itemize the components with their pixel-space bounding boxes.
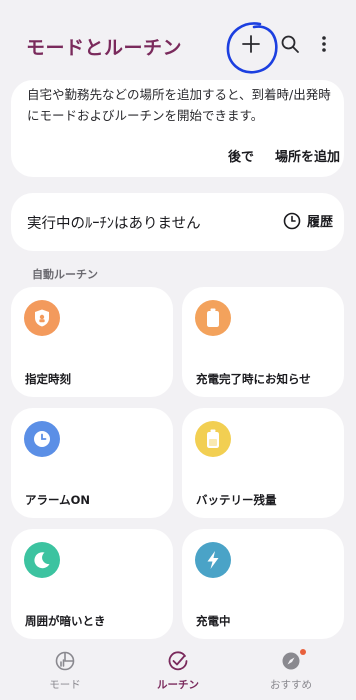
lightning-icon [195,542,231,578]
routine-tile-battery-level[interactable]: バッテリー残量 [182,408,344,518]
nav-label-routines: ルーチン [157,679,199,691]
mode-icon [55,651,75,671]
routine-tile-charge-complete[interactable]: 充電完了時にお知らせ [182,287,344,397]
later-button[interactable]: 後で [228,146,254,165]
clock-icon [283,212,301,229]
nav-label-modes: モード [49,679,81,691]
running-routines-card: 実行中のﾙｰﾁﾝはありません 履歴 [11,193,344,251]
tile-label: アラームON [25,493,91,507]
routine-tile-charging[interactable]: 充電中 [182,529,344,639]
battery-full-icon [195,300,231,336]
compass-icon [282,652,300,670]
nav-item-recommended[interactable]: おすすめ [251,649,331,692]
plus-icon [242,35,260,53]
nav-item-routines[interactable]: ルーチン [138,650,218,692]
routine-check-icon [168,651,188,671]
nav-item-modes[interactable]: モード [25,650,105,692]
section-label: 自動ルーチン [32,268,98,281]
routine-tile-alarm-on[interactable]: アラームON [11,408,173,518]
suggestion-text: 自宅や勤務先などの場所を追加すると、到着時/出発時にモードおよびルーチンを開始で… [27,87,331,123]
tile-label: バッテリー残量 [196,493,277,507]
tile-label: 充電中 [196,614,231,628]
alarm-clock-icon [24,421,60,457]
notification-badge [300,649,306,655]
more-vertical-icon [322,36,326,52]
tile-label: 指定時刻 [25,372,71,386]
add-place-button[interactable]: 場所を追加 [275,146,340,165]
search-button[interactable] [276,30,304,58]
history-button[interactable]: 履歴 [283,211,333,230]
add-button[interactable] [237,30,265,58]
nav-label-recommended: おすすめ [270,679,312,691]
search-icon [281,35,299,53]
app-header: モードとルーチン [0,0,356,80]
add-place-suggestion-card: 自宅や勤務先などの場所を追加すると、到着時/出発時にモードおよびルーチンを開始で… [11,80,344,177]
battery-icon [195,421,231,457]
page-title: モードとルーチン [26,37,183,59]
moon-icon [24,542,60,578]
more-options-button[interactable] [310,30,338,58]
routine-tile-scheduled-time[interactable]: 指定時刻 [11,287,173,397]
routine-tile-dark-surroundings[interactable]: 周囲が暗いとき [11,529,173,639]
no-running-routines-text: 実行中のﾙｰﾁﾝはありません [27,216,201,232]
tile-label: 充電完了時にお知らせ [196,372,311,386]
history-label: 履歴 [307,215,334,230]
timer-lock-icon [24,300,60,336]
bottom-navigation: モード ルーチン おすすめ [0,640,356,700]
tile-label: 周囲が暗いとき [25,614,106,628]
